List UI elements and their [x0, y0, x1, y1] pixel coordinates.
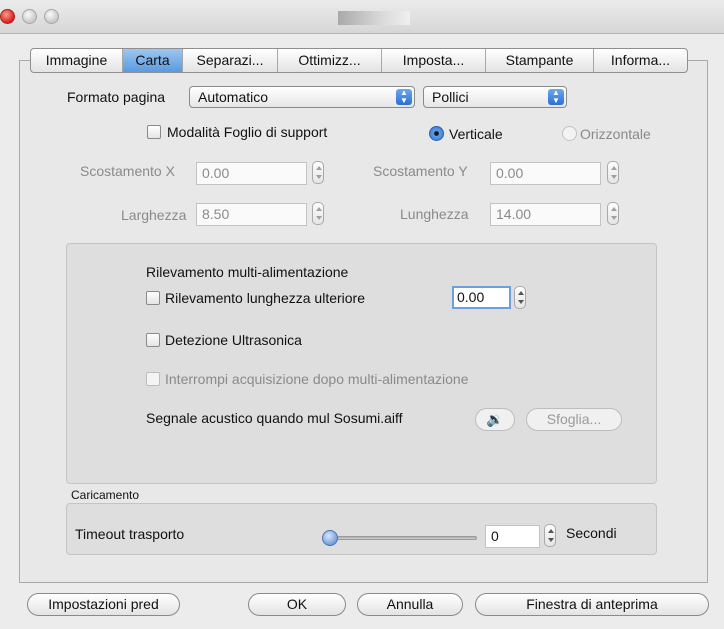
- tab-carta[interactable]: Carta: [123, 49, 183, 72]
- speaker-icon: 🔉: [486, 411, 504, 427]
- zoom-window-button[interactable]: [44, 9, 59, 24]
- unit-select[interactable]: Pollici ▲ ▼: [423, 86, 567, 108]
- offset-y-label: Scostamento Y: [373, 163, 468, 179]
- offset-x-field[interactable]: 0.00: [196, 162, 307, 185]
- tab-stampante[interactable]: Stampante: [486, 49, 594, 72]
- tab-immagine[interactable]: Immagine: [31, 49, 123, 72]
- offset-x-label: Scostamento X: [80, 163, 175, 179]
- stop-after-checkbox[interactable]: [146, 372, 160, 386]
- carrier-mode-checkbox[interactable]: [147, 125, 161, 139]
- minimize-window-button[interactable]: [22, 9, 37, 24]
- title-bar: [0, 0, 724, 34]
- sound-label: Segnale acustico quando mul Sosumi.aiff: [146, 410, 403, 426]
- page-format-label: Formato pagina: [67, 89, 166, 105]
- timeout-slider-knob[interactable]: [322, 530, 338, 546]
- unit-value: Pollici: [432, 89, 469, 105]
- landscape-radio[interactable]: [562, 126, 577, 141]
- tab-impostazioni[interactable]: Imposta...: [382, 49, 486, 72]
- length-stepper[interactable]: [607, 202, 619, 225]
- preview-window-button[interactable]: Finestra di anteprima: [475, 593, 709, 616]
- page-format-value: Automatico: [198, 89, 269, 105]
- popup-arrows-icon: ▲ ▼: [396, 89, 412, 105]
- multifeed-heading: Rilevamento multi-alimentazione: [146, 264, 349, 280]
- width-label: Larghezza: [121, 207, 187, 223]
- landscape-label: Orizzontale: [580, 126, 651, 142]
- offset-x-stepper[interactable]: [312, 161, 324, 184]
- timeout-field[interactable]: 0: [485, 525, 540, 548]
- tab-ottimizzazione[interactable]: Ottimizz...: [278, 49, 382, 72]
- length-label: Lunghezza: [400, 206, 469, 222]
- stop-after-label: Interrompi acquisizione dopo multi-alime…: [165, 371, 469, 387]
- popup-arrows-icon: ▲ ▼: [548, 89, 564, 105]
- length-detection-field[interactable]: 0.00: [452, 286, 511, 309]
- carrier-mode-label: Modalità Foglio di support: [167, 124, 328, 140]
- cancel-button[interactable]: Annulla: [357, 593, 463, 616]
- timeout-unit-label: Secondi: [566, 525, 617, 541]
- tab-separazione[interactable]: Separazi...: [183, 49, 278, 72]
- play-sound-button[interactable]: 🔉: [475, 408, 515, 431]
- width-stepper[interactable]: [312, 202, 324, 225]
- length-detection-checkbox[interactable]: [146, 291, 160, 305]
- timeout-label: Timeout trasporto: [75, 526, 185, 542]
- length-detection-label: Rilevamento lunghezza ulteriore: [165, 290, 365, 306]
- ultrasonic-label: Detezione Ultrasonica: [165, 332, 302, 348]
- ok-button[interactable]: OK: [248, 593, 346, 616]
- window-title-graphic: [338, 11, 410, 25]
- portrait-radio[interactable]: [429, 126, 444, 141]
- width-field[interactable]: 8.50: [196, 203, 307, 226]
- ultrasonic-checkbox[interactable]: [146, 333, 160, 347]
- offset-y-stepper[interactable]: [607, 161, 619, 184]
- timeout-stepper[interactable]: [544, 524, 556, 547]
- offset-y-field[interactable]: 0.00: [490, 162, 601, 185]
- length-detection-stepper[interactable]: [514, 286, 526, 309]
- tab-informazioni[interactable]: Informa...: [594, 49, 687, 72]
- portrait-label: Verticale: [449, 126, 503, 142]
- defaults-button[interactable]: Impostazioni pred: [27, 593, 180, 616]
- page-format-select[interactable]: Automatico ▲ ▼: [189, 86, 415, 108]
- loading-heading: Caricamento: [71, 488, 140, 502]
- timeout-slider-track[interactable]: [337, 536, 477, 540]
- close-window-button[interactable]: [0, 9, 15, 24]
- length-field[interactable]: 14.00: [490, 203, 601, 226]
- tab-bar: Immagine Carta Separazi... Ottimizz... I…: [30, 48, 688, 73]
- browse-button[interactable]: Sfoglia...: [526, 408, 622, 431]
